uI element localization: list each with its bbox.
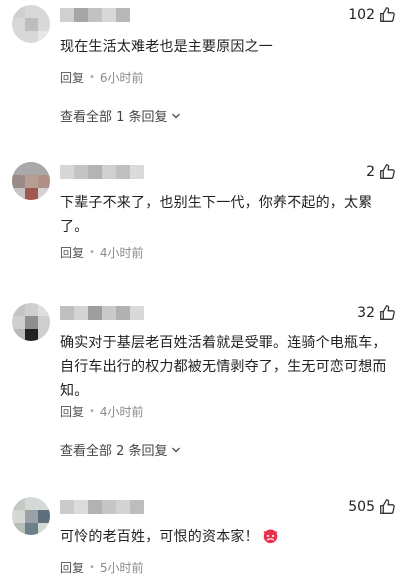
avatar[interactable] <box>12 162 50 200</box>
thumbs-up-icon <box>380 499 395 514</box>
like-count: 102 <box>348 6 375 23</box>
like-count: 2 <box>366 163 375 180</box>
thumbs-up-icon <box>380 305 395 320</box>
view-all-replies-label: 查看全部 2 条回复 <box>60 444 168 459</box>
view-all-replies-button[interactable]: 查看全部 1 条回复 <box>60 106 181 125</box>
comment-text-body: 可怜的老百姓，可恨的资本家！ <box>60 529 259 545</box>
timestamp: 6小时前 <box>99 71 144 85</box>
like-button[interactable]: 32 <box>357 304 396 321</box>
like-count: 32 <box>357 304 375 321</box>
separator-dot: • <box>89 406 95 417</box>
like-button[interactable]: 505 <box>348 498 396 515</box>
avatar[interactable] <box>12 5 50 43</box>
separator-dot: • <box>89 72 95 83</box>
view-all-replies-button[interactable]: 查看全部 2 条回复 <box>60 440 181 459</box>
like-button[interactable]: 102 <box>348 6 396 23</box>
timestamp: 4小时前 <box>99 246 144 260</box>
timestamp: 5小时前 <box>99 561 144 575</box>
comment-text: 下辈子不来了，也别生下一代，你养不起的，太累了。 <box>60 195 373 235</box>
separator-dot: • <box>89 562 95 573</box>
thumbs-up-icon <box>380 164 395 179</box>
reply-button[interactable]: 回复 <box>60 69 84 86</box>
chevron-down-icon <box>171 113 180 118</box>
comment-meta: 回复 • 4小时前 <box>60 244 144 261</box>
like-count: 505 <box>348 498 375 515</box>
avatar[interactable] <box>12 497 50 535</box>
like-button[interactable]: 2 <box>366 163 396 180</box>
chevron-down-icon <box>171 447 180 452</box>
comment-text: 可怜的老百姓，可恨的资本家！ <box>60 525 390 549</box>
avatar[interactable] <box>12 303 50 341</box>
reply-button[interactable]: 回复 <box>60 244 84 261</box>
view-all-replies-label: 查看全部 1 条回复 <box>60 110 168 125</box>
angry-face-emoji <box>263 529 278 544</box>
separator-dot: • <box>89 247 95 258</box>
comment-meta: 回复 • 4小时前 <box>60 403 144 420</box>
comment-meta: 回复 • 6小时前 <box>60 69 144 86</box>
reply-button[interactable]: 回复 <box>60 559 84 576</box>
comment-meta: 回复 • 5小时前 <box>60 559 144 576</box>
thumbs-up-icon <box>380 7 395 22</box>
comment-text: 确实对于基层老百姓活着就是受罪。连骑个电瓶车，自行车出行的权力都被无情剥夺了，生… <box>60 335 387 399</box>
timestamp: 4小时前 <box>99 405 144 419</box>
reply-button[interactable]: 回复 <box>60 403 84 420</box>
comment-text: 现在生活太难老也是主要原因之一 <box>60 39 273 55</box>
